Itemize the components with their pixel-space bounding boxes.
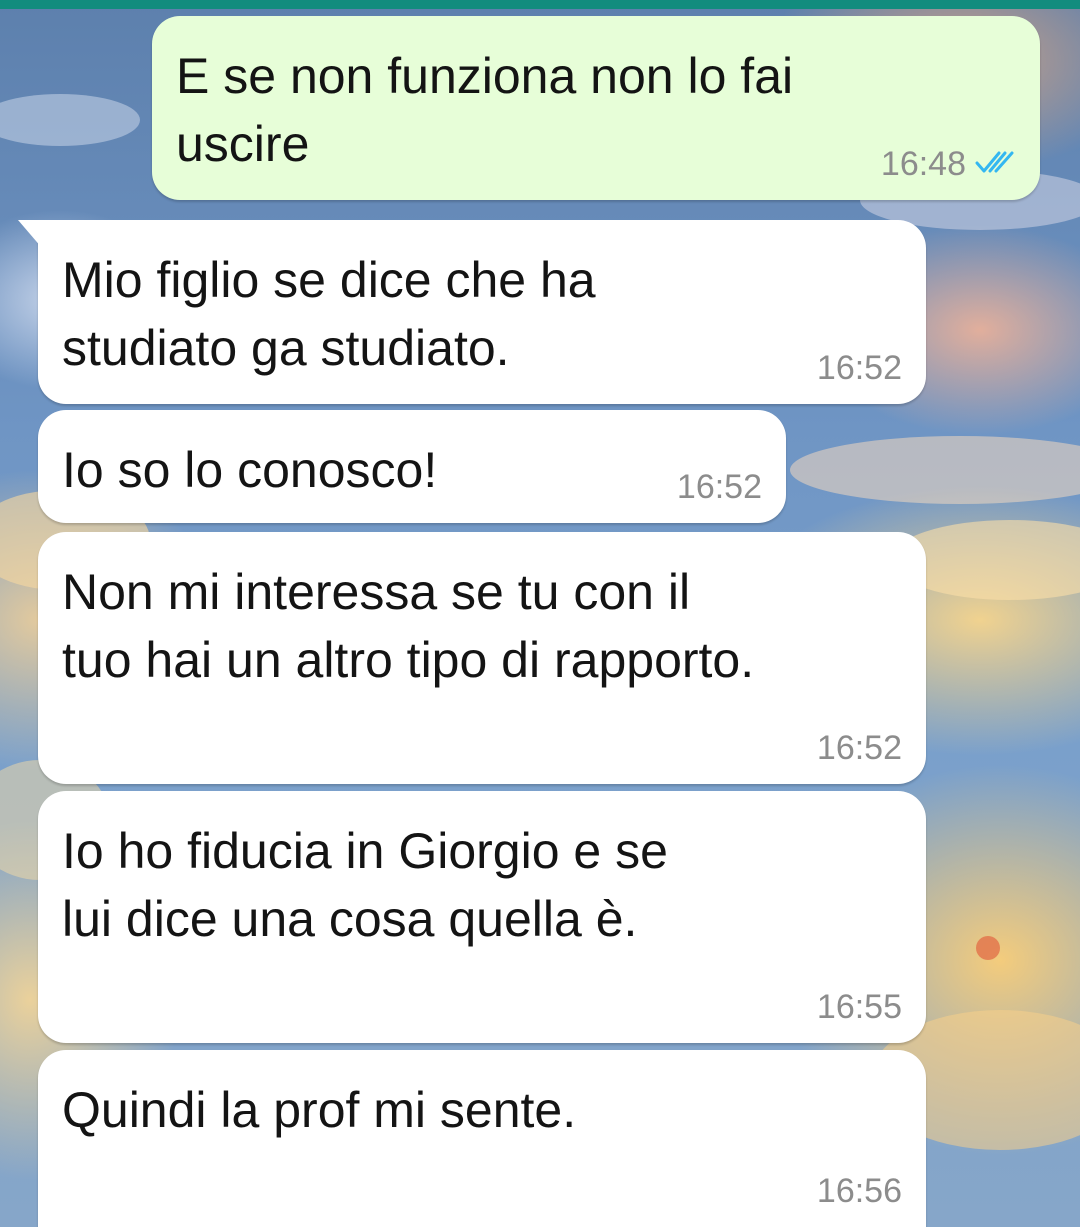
message-text: Mio figlio se dice che ha studiato ga st… (62, 252, 596, 376)
message-bubble-incoming[interactable]: Quindi la prof mi sente. 16:56 (38, 1050, 926, 1227)
message-bubble-incoming[interactable]: Non mi interessa se tu con il tuo hai un… (38, 532, 926, 784)
message-bubble-incoming[interactable]: Io so lo conosco! 16:52 (38, 410, 786, 523)
bubble-tail (18, 220, 42, 248)
message-time: 16:52 (816, 729, 902, 767)
message-text: Io so lo conosco! (62, 442, 438, 498)
message-bubble-incoming[interactable]: Mio figlio se dice che ha studiato ga st… (18, 220, 926, 404)
message-meta: 16:55 (817, 988, 902, 1027)
double-check-icon (974, 148, 1016, 181)
message-meta: 16:52 (677, 468, 762, 507)
message-bubble-incoming[interactable]: Io ho fiducia in Giorgio e se lui dice u… (38, 791, 926, 1043)
message-time: 16:48 (880, 145, 966, 183)
message-meta: 16:56 (817, 1172, 902, 1211)
message-meta: 16:52 (817, 729, 902, 768)
message-time: 16:52 (676, 468, 762, 506)
message-time: 16:52 (816, 349, 902, 387)
message-time: 16:56 (816, 1172, 902, 1210)
message-text: Io ho fiducia in Giorgio e se lui dice u… (62, 823, 668, 947)
header-strip (0, 0, 1080, 9)
message-text: Quindi la prof mi sente. (62, 1082, 577, 1138)
message-meta: 16:52 (817, 349, 902, 388)
message-text: E se non funziona non lo fai uscire (176, 48, 794, 172)
message-text: Non mi interessa se tu con il tuo hai un… (62, 564, 755, 688)
message-time: 16:55 (816, 988, 902, 1026)
message-meta: 16:48 (881, 145, 1016, 184)
message-bubble-outgoing[interactable]: E se non funziona non lo fai uscire 16:4… (152, 16, 1040, 200)
